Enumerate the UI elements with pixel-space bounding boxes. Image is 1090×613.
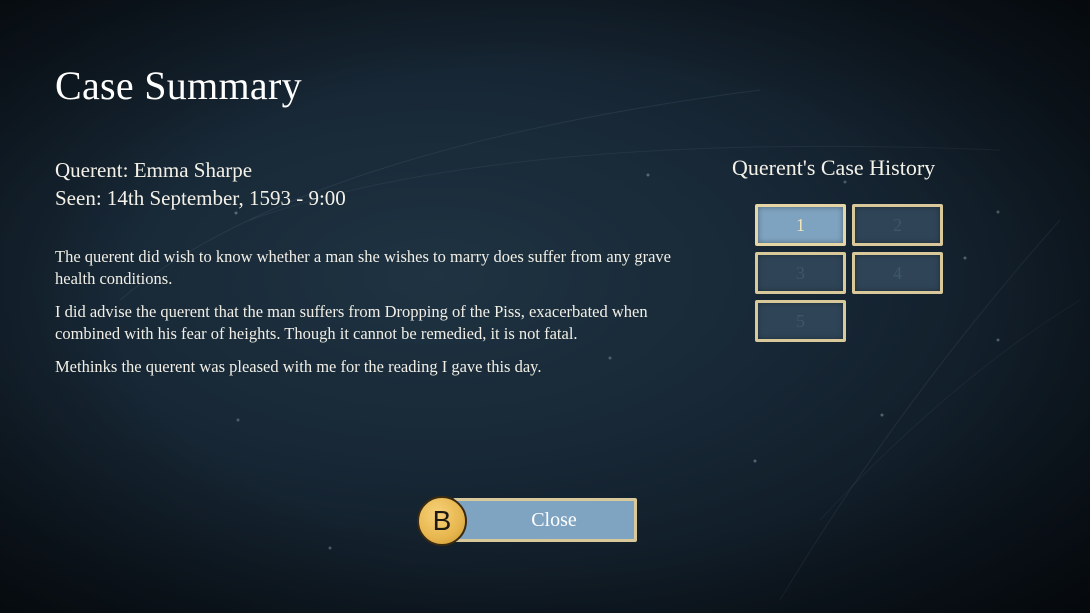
summary-paragraph: The querent did wish to know whether a m…: [55, 247, 671, 288]
summary-paragraph: I did advise the querent that the man su…: [55, 302, 648, 343]
case-tile-4[interactable]: 4: [852, 252, 943, 294]
case-tile-3[interactable]: 3: [755, 252, 846, 294]
querent-info: Querent: Emma Sharpe Seen: 14th Septembe…: [55, 156, 346, 212]
querent-name: Querent: Emma Sharpe: [55, 158, 253, 182]
seen-date: Seen: 14th September, 1593 - 9:00: [55, 186, 346, 210]
summary-paragraph: Methinks the querent was pleased with me…: [55, 357, 542, 376]
page-title: Case Summary: [55, 63, 302, 108]
case-tile-1[interactable]: 1: [755, 204, 846, 246]
case-summary-text: The querent did wish to know whether a m…: [55, 246, 695, 390]
b-button-icon: B: [417, 496, 467, 546]
case-history-title: Querent's Case History: [732, 155, 936, 180]
case-tile-5[interactable]: 5: [755, 300, 846, 342]
close-control[interactable]: B Close: [417, 496, 637, 546]
case-history-grid: 1 2 3 4 5: [755, 204, 943, 342]
close-button[interactable]: Close: [453, 498, 637, 542]
case-tile-2[interactable]: 2: [852, 204, 943, 246]
